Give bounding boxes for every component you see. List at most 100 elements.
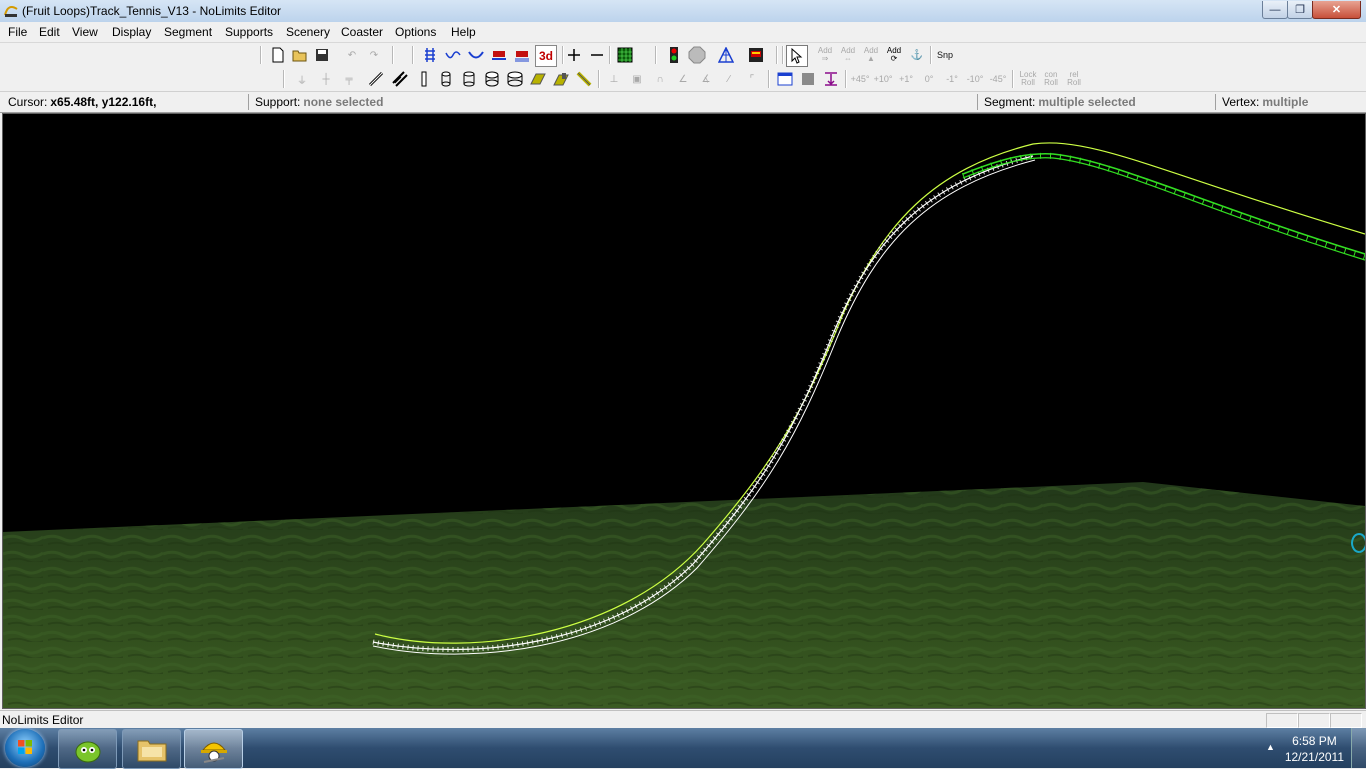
simulate-button[interactable] bbox=[664, 45, 684, 65]
roll-plus1-button[interactable]: +1° bbox=[896, 69, 916, 89]
add-track-button[interactable]: Add ⇒ bbox=[815, 45, 835, 65]
train-view-button[interactable] bbox=[489, 45, 509, 65]
track-curve-button[interactable] bbox=[466, 45, 486, 65]
support-value: none selected bbox=[303, 95, 384, 109]
menu-coaster[interactable]: Coaster bbox=[341, 25, 383, 39]
menu-help[interactable]: Help bbox=[451, 25, 476, 39]
save-button[interactable] bbox=[312, 45, 332, 65]
taskbar-explorer[interactable] bbox=[122, 729, 181, 769]
beam-tool-button[interactable]: ┼ bbox=[316, 69, 336, 89]
beam-icon: ⏚ bbox=[297, 75, 307, 87]
beam2-tool-button[interactable]: ╤ bbox=[339, 69, 359, 89]
select-pointer-button[interactable] bbox=[786, 45, 808, 67]
add-footer-icon: ⟳ bbox=[890, 54, 898, 63]
angled-support-icon: ∠ bbox=[678, 73, 688, 85]
rel-roll-button[interactable]: rel Roll bbox=[1064, 69, 1084, 89]
coaster-scene[interactable] bbox=[3, 114, 1365, 708]
3d-view-button[interactable]: 3d bbox=[535, 45, 557, 67]
pipe-tool-button[interactable] bbox=[366, 69, 386, 89]
redo-button[interactable]: ↷ bbox=[364, 45, 384, 65]
support-tool-button[interactable] bbox=[716, 45, 736, 65]
nolimits-app-icon[interactable] bbox=[3, 3, 19, 19]
column-small-button[interactable] bbox=[436, 69, 456, 89]
roll-minus45-button[interactable]: -45° bbox=[988, 69, 1008, 89]
roll-plus10-button[interactable]: +10° bbox=[873, 69, 893, 89]
train-car-blue-icon bbox=[515, 51, 529, 62]
taskbar-app-game[interactable] bbox=[58, 729, 117, 769]
remove-vertex-button[interactable] bbox=[587, 45, 607, 65]
fill-button[interactable] bbox=[798, 69, 818, 89]
heartline-view-button[interactable] bbox=[443, 45, 463, 65]
footer-tool-button[interactable]: ⏚ bbox=[292, 69, 312, 89]
catwalk-button[interactable] bbox=[528, 69, 548, 89]
cylinder-medium-icon bbox=[463, 71, 475, 87]
3d-viewport[interactable] bbox=[2, 113, 1366, 709]
roll-align-button[interactable] bbox=[821, 69, 841, 89]
folder-icon bbox=[137, 740, 166, 762]
toolbar-separator bbox=[283, 70, 285, 88]
train-view2-button[interactable] bbox=[512, 45, 532, 65]
menu-file[interactable]: File bbox=[8, 25, 27, 39]
cylinder-small-icon bbox=[441, 71, 451, 87]
menu-segment[interactable]: Segment bbox=[164, 25, 212, 39]
roll-minus10-button[interactable]: -10° bbox=[965, 69, 985, 89]
double-pipe-button[interactable] bbox=[390, 69, 410, 89]
clock[interactable]: 6:58 PM 12/21/2011 bbox=[1285, 733, 1344, 765]
add-vertex-button[interactable] bbox=[564, 45, 584, 65]
roll-minus1-button[interactable]: -1° bbox=[942, 69, 962, 89]
column-medium-button[interactable] bbox=[459, 69, 479, 89]
menu-bar: File Edit View Display Segment Supports … bbox=[0, 22, 1366, 43]
menu-edit[interactable]: Edit bbox=[39, 25, 60, 39]
close-button[interactable]: ✕ bbox=[1312, 1, 1361, 19]
support-single-button[interactable]: ⊥ bbox=[604, 69, 624, 89]
track-rail-green-selected-inner[interactable] bbox=[962, 157, 1365, 261]
con-roll-button[interactable]: con Roll bbox=[1041, 69, 1061, 89]
support-arch-button[interactable]: ∩ bbox=[650, 69, 670, 89]
add-footer-button[interactable]: Add ⟳ bbox=[884, 45, 904, 65]
add-support-button[interactable]: Add ▲ bbox=[861, 45, 881, 65]
station-button[interactable] bbox=[746, 45, 766, 65]
snap-button[interactable]: Snp bbox=[935, 45, 955, 65]
support-double-angled-button[interactable]: ∡ bbox=[696, 69, 716, 89]
minimize-button[interactable]: — bbox=[1262, 1, 1288, 19]
support-angled-button[interactable]: ∠ bbox=[673, 69, 693, 89]
menu-options[interactable]: Options bbox=[395, 25, 436, 39]
segment-label: Segment: bbox=[984, 95, 1036, 109]
roll-plus45-button[interactable]: +45° bbox=[850, 69, 870, 89]
catwalk2-button[interactable] bbox=[551, 69, 571, 89]
start-button[interactable] bbox=[5, 729, 45, 767]
add-segment-button[interactable]: Add ⇔ bbox=[838, 45, 858, 65]
slope-tool-button[interactable] bbox=[574, 69, 594, 89]
support-bracket-button[interactable]: ⌜ bbox=[742, 69, 762, 89]
column-xl-button[interactable] bbox=[505, 69, 525, 89]
menu-display[interactable]: Display bbox=[112, 25, 151, 39]
lock-roll-button[interactable]: Lock Roll bbox=[1018, 69, 1038, 89]
roll-zero-button[interactable]: 0° bbox=[919, 69, 939, 89]
menu-scenery[interactable]: Scenery bbox=[286, 25, 330, 39]
tray-expand-icon[interactable]: ▲ bbox=[1266, 742, 1275, 752]
stop-simulation-button[interactable] bbox=[687, 45, 707, 65]
ground-anchor-icon: ⚓ bbox=[910, 49, 924, 61]
maximize-button[interactable]: ❐ bbox=[1287, 1, 1313, 19]
menu-view[interactable]: View bbox=[72, 25, 98, 39]
undo-button[interactable]: ↶ bbox=[342, 45, 362, 65]
vertical-pipe-button[interactable] bbox=[414, 69, 434, 89]
vertex-readout: Vertex: multiple bbox=[1215, 94, 1362, 110]
menu-supports[interactable]: Supports bbox=[225, 25, 273, 39]
taskbar-nolimits-editor[interactable] bbox=[184, 729, 243, 769]
properties-button[interactable] bbox=[775, 69, 795, 89]
column-large-button[interactable] bbox=[482, 69, 502, 89]
show-desktop-button[interactable] bbox=[1351, 728, 1366, 768]
open-file-button[interactable] bbox=[290, 45, 310, 65]
roll-align-icon bbox=[825, 72, 837, 86]
new-file-button[interactable] bbox=[268, 45, 288, 65]
track-view-button[interactable] bbox=[420, 45, 440, 65]
toolbar-separator bbox=[930, 46, 932, 64]
track-rail-green-selected[interactable] bbox=[962, 152, 1365, 255]
support-slant-button[interactable]: ∕ bbox=[719, 69, 739, 89]
grid-view-button[interactable] bbox=[615, 45, 635, 65]
ground-button[interactable]: ⚓ bbox=[907, 45, 927, 65]
support-frame-button[interactable]: ▣ bbox=[627, 69, 647, 89]
support-label: Support: bbox=[255, 95, 301, 109]
cursor-readout: Cursor: x65.48ft, y122.16ft, bbox=[2, 94, 244, 110]
